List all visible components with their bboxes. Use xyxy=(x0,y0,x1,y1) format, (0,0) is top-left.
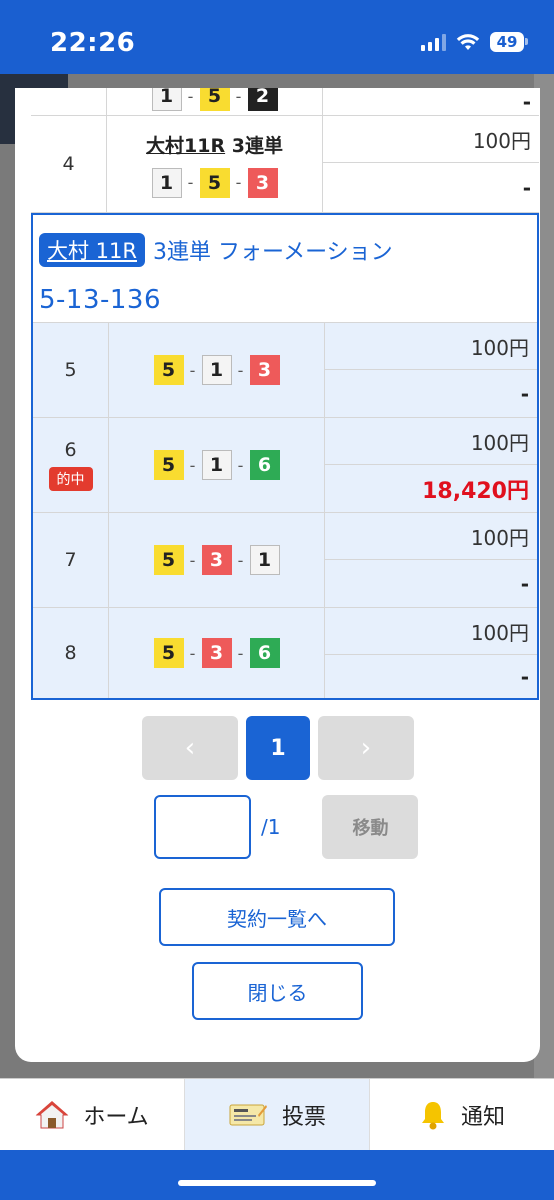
formation-combination: 5-13-136 xyxy=(39,285,162,315)
page-total: /1 xyxy=(261,815,281,839)
payout-win: 18,420円 xyxy=(422,478,529,504)
bet-amount: 100円 xyxy=(325,608,537,655)
boat-number: 3 xyxy=(201,638,232,668)
page-jump: /1 移動 xyxy=(154,795,419,859)
race-venue-link[interactable]: 大村11R xyxy=(146,135,225,157)
combo: 5 - 1 - 3 xyxy=(153,355,280,385)
payout: - xyxy=(522,175,531,200)
boat-number: 5 xyxy=(199,88,230,111)
table-row: 7 5 - 3 - 1 100円 - xyxy=(33,513,537,608)
combo: 1 - 5 - 3 xyxy=(151,167,278,198)
payout: - xyxy=(522,89,531,114)
close-button[interactable]: 閉じる xyxy=(192,962,363,1020)
home-indicator xyxy=(178,1180,376,1186)
wifi-icon xyxy=(456,34,480,50)
boat-number: 1 xyxy=(151,167,182,198)
ticket-icon xyxy=(228,1101,268,1129)
boat-number: 1 xyxy=(151,88,182,111)
boat-number: 5 xyxy=(153,450,184,480)
boat-number: 1 xyxy=(201,450,232,480)
signal-icon xyxy=(421,33,446,51)
tab-vote-label: 投票 xyxy=(281,1104,326,1130)
table-row: 1 - 5 - 2 - xyxy=(31,88,539,116)
tab-home-label: ホーム xyxy=(83,1104,149,1130)
bet-amount: 100円 xyxy=(325,323,537,370)
boat-number: 5 xyxy=(153,638,184,668)
formation-header: 大村 11R 3連単 フォーメーション 5-13-136 xyxy=(33,215,537,323)
next-page-button[interactable]: › xyxy=(318,716,414,780)
bet-amount: 100円 xyxy=(325,513,537,560)
race-label: 大村11R 3連単 xyxy=(146,131,283,158)
boat-number: 5 xyxy=(153,355,184,385)
boat-number: 3 xyxy=(201,545,232,575)
row-number: 5 xyxy=(33,323,109,417)
payout: - xyxy=(520,664,529,689)
boat-number: 3 xyxy=(249,355,280,385)
table-row: 5 5 - 1 - 3 100円 - xyxy=(33,323,537,418)
boat-number: 1 xyxy=(249,545,280,575)
race-tag-link[interactable]: 大村 11R xyxy=(39,233,145,267)
boat-number: 6 xyxy=(249,450,280,480)
page-number-input[interactable] xyxy=(154,795,251,859)
row-number: 4 xyxy=(31,116,107,212)
hit-badge: 的中 xyxy=(48,467,93,491)
table-row: 6 的中 5 - 1 - 6 100円 18,420円 xyxy=(33,418,537,513)
combo: 5 - 1 - 6 xyxy=(153,450,280,480)
formation-group: 大村 11R 3連単 フォーメーション 5-13-136 5 5 - 1 - 3… xyxy=(31,213,539,700)
bet-amount: 100円 xyxy=(323,116,539,163)
bet-list: 1 - 5 - 2 - 4 大村11R 3連単 1 - 5 - 3 100円 - xyxy=(31,88,539,213)
home-icon xyxy=(35,1100,69,1130)
pagination: ‹ 1 › xyxy=(142,716,414,780)
combo: 1 - 5 - 2 xyxy=(151,88,278,111)
boat-number: 5 xyxy=(153,545,184,575)
table-row: 4 大村11R 3連単 1 - 5 - 3 100円 - xyxy=(31,116,539,213)
battery-icon: 49 xyxy=(490,32,528,52)
tab-notice[interactable]: 通知 xyxy=(370,1079,554,1150)
tab-vote[interactable]: 投票 xyxy=(185,1079,370,1150)
row-number: 8 xyxy=(33,608,109,698)
row-number: 7 xyxy=(33,513,109,607)
boat-number: 5 xyxy=(199,167,230,198)
table-row: 8 5 - 3 - 6 100円 - xyxy=(33,608,537,698)
status-time: 22:26 xyxy=(50,28,136,58)
move-button[interactable]: 移動 xyxy=(322,795,419,859)
contract-list-button[interactable]: 契約一覧へ xyxy=(159,888,395,946)
formation-title: 3連単 フォーメーション xyxy=(153,240,393,265)
tab-notice-label: 通知 xyxy=(460,1104,505,1130)
status-icons: 49 xyxy=(421,32,528,52)
bet-amount: 100円 xyxy=(325,418,537,465)
boat-number: 2 xyxy=(247,88,278,111)
boat-number: 6 xyxy=(249,638,280,668)
boat-number: 3 xyxy=(247,167,278,198)
current-page-button[interactable]: 1 xyxy=(246,716,310,780)
tab-home[interactable]: ホーム xyxy=(0,1079,185,1150)
payout: - xyxy=(520,381,529,406)
prev-page-button[interactable]: ‹ xyxy=(142,716,238,780)
row-number: 6 xyxy=(64,439,77,461)
bell-icon xyxy=(419,1099,447,1131)
combo: 5 - 3 - 6 xyxy=(153,638,280,668)
combo: 5 - 3 - 1 xyxy=(153,545,280,575)
status-bar: 22:26 49 xyxy=(0,0,554,74)
bet-type: 3連単 xyxy=(231,134,283,157)
payout: - xyxy=(520,571,529,596)
boat-number: 1 xyxy=(201,355,232,385)
bottom-tab-bar: ホーム 投票 通知 xyxy=(0,1078,554,1150)
